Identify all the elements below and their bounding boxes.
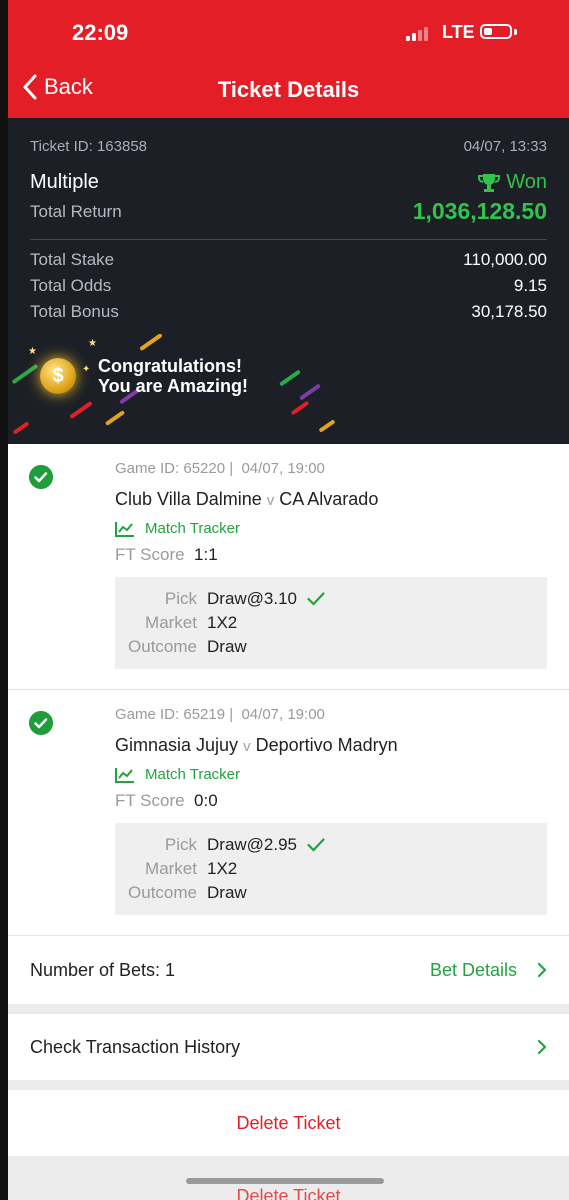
won-badge: Won — [478, 171, 547, 194]
match-teams: Gimnasia Jujuy v Deportivo Madryn — [115, 735, 547, 756]
confetti-streak — [12, 421, 30, 435]
outcome-value: Draw — [207, 883, 247, 902]
number-of-bets: Number of Bets: 1 — [30, 959, 176, 980]
bet-details-link[interactable]: Bet Details — [430, 960, 547, 981]
check-circle-icon — [29, 711, 53, 735]
market-label: Market — [145, 613, 197, 632]
chevron-right-icon — [537, 962, 547, 978]
confetti-streak — [104, 410, 126, 426]
ticket-details-screen: 22:09 LTE Back Ticket Details Ticket ID:… — [8, 0, 569, 1200]
checkmark-icon — [307, 592, 325, 606]
ft-score: FT Score 1:1 — [115, 545, 218, 564]
ticket-type: Multiple — [30, 171, 99, 193]
match-tracker-label: Match Tracker — [145, 766, 241, 783]
total-return-value: 1,036,128.50 — [412, 198, 547, 224]
check-circle-icon — [29, 465, 53, 489]
total-stake-label: Total Stake — [30, 250, 115, 269]
total-return-label: Total Return — [30, 201, 122, 221]
market-label: Market — [145, 859, 197, 878]
total-odds-label: Total Odds — [30, 276, 112, 295]
match-tracker-link[interactable]: Match Tracker — [115, 520, 547, 537]
status-time: 22:09 — [72, 20, 129, 45]
match-teams: Club Villa Dalmine v CA Alvarado — [115, 489, 547, 510]
pick-details: Pick Draw@2.95 Market 1X2 Outcome Draw — [115, 823, 547, 915]
home-team: Club Villa Dalmine — [115, 489, 262, 509]
confetti-streak — [290, 400, 310, 416]
chart-icon — [115, 521, 134, 537]
match-tracker-link[interactable]: Match Tracker — [115, 766, 547, 783]
signal-icon — [406, 25, 428, 41]
won-label: Won — [506, 171, 547, 193]
sparkle-icon: ★ — [28, 346, 37, 357]
network-label: LTE — [442, 22, 475, 42]
confetti-streak — [139, 334, 163, 352]
games-list: Game ID: 65220 | 04/07, 19:00 Club Villa… — [8, 444, 569, 936]
game-id: Game ID: 65220 | 04/07, 19:00 — [115, 460, 325, 477]
congrats-banner: ★ ★ ✦ $ Congratulations! You are Amazing… — [8, 334, 569, 444]
total-stake-value: 110,000.00 — [463, 250, 547, 269]
chevron-right-icon — [537, 1039, 547, 1055]
outcome-value: Draw — [207, 637, 247, 656]
delete-ticket-label: Delete Ticket — [236, 1112, 341, 1133]
total-bonus-label: Total Bonus — [30, 302, 119, 321]
ticket-datetime: 04/07, 13:33 — [463, 138, 547, 155]
pick-label: Pick — [164, 835, 197, 854]
outcome-label: Outcome — [128, 883, 197, 902]
market-value: 1X2 — [207, 613, 238, 632]
versus-label: v — [266, 492, 275, 509]
coin-icon: $ — [40, 358, 76, 394]
trophy-icon — [478, 173, 501, 192]
nav-bar: Back Ticket Details — [8, 64, 569, 118]
away-team: CA Alvarado — [279, 489, 379, 509]
pick-value: Draw@2.95 — [207, 835, 298, 854]
pick-details: Pick Draw@3.10 Market 1X2 Outcome Draw — [115, 577, 547, 669]
page-title: Ticket Details — [217, 77, 360, 102]
confetti-streak — [279, 369, 301, 387]
delete-ticket-ghost-label: Delete Ticket — [236, 1186, 341, 1200]
delete-ticket-button[interactable]: Delete Ticket — [8, 1090, 569, 1156]
pick-label: Pick — [164, 589, 197, 608]
outcome-label: Outcome — [128, 637, 197, 656]
battery-tip — [514, 29, 517, 35]
section-gap — [8, 1080, 569, 1090]
battery-icon — [480, 24, 512, 39]
game-card: Game ID: 65220 | 04/07, 19:00 Club Villa… — [8, 444, 569, 690]
status-bar: 22:09 LTE — [8, 0, 569, 64]
versus-label: v — [243, 738, 251, 755]
chart-icon — [115, 767, 134, 783]
ticket-summary: Ticket ID: 163858 04/07, 13:33 Multiple … — [8, 118, 569, 334]
confetti-streak — [11, 363, 39, 385]
pick-value: Draw@3.10 — [207, 589, 298, 608]
congrats-line-2: You are Amazing! — [98, 376, 249, 396]
ticket-id: Ticket ID: 163858 — [30, 138, 148, 155]
checkmark-icon — [307, 838, 325, 852]
ft-score: FT Score 0:0 — [115, 791, 218, 810]
confetti-streak — [318, 419, 336, 433]
home-team: Gimnasia Jujuy — [115, 735, 239, 755]
section-gap — [8, 1004, 569, 1014]
transaction-history-label: Check Transaction History — [30, 1036, 241, 1057]
congrats-text: Congratulations! You are Amazing! — [98, 356, 248, 396]
game-id: Game ID: 65219 | 04/07, 19:00 — [115, 706, 325, 723]
confetti-streak — [299, 383, 321, 401]
confetti-streak — [69, 400, 93, 420]
bet-details-label: Bet Details — [429, 959, 517, 980]
total-odds-value: 9.15 — [513, 276, 547, 295]
sparkle-icon: ★ — [88, 338, 97, 349]
home-indicator[interactable] — [186, 1178, 384, 1184]
game-card: Game ID: 65219 | 04/07, 19:00 Gimnasia J… — [8, 690, 569, 936]
transaction-history-row[interactable]: Check Transaction History — [8, 1014, 569, 1080]
match-tracker-label: Match Tracker — [145, 520, 241, 537]
congrats-line-1: Congratulations! — [98, 356, 242, 376]
bets-row: Number of Bets: 1 Bet Details — [8, 936, 569, 1004]
market-value: 1X2 — [207, 859, 238, 878]
away-team: Deportivo Madryn — [255, 735, 398, 755]
total-bonus-value: 30,178.50 — [471, 302, 547, 321]
sparkle-icon: ✦ — [82, 364, 91, 375]
summary-divider — [30, 239, 547, 240]
